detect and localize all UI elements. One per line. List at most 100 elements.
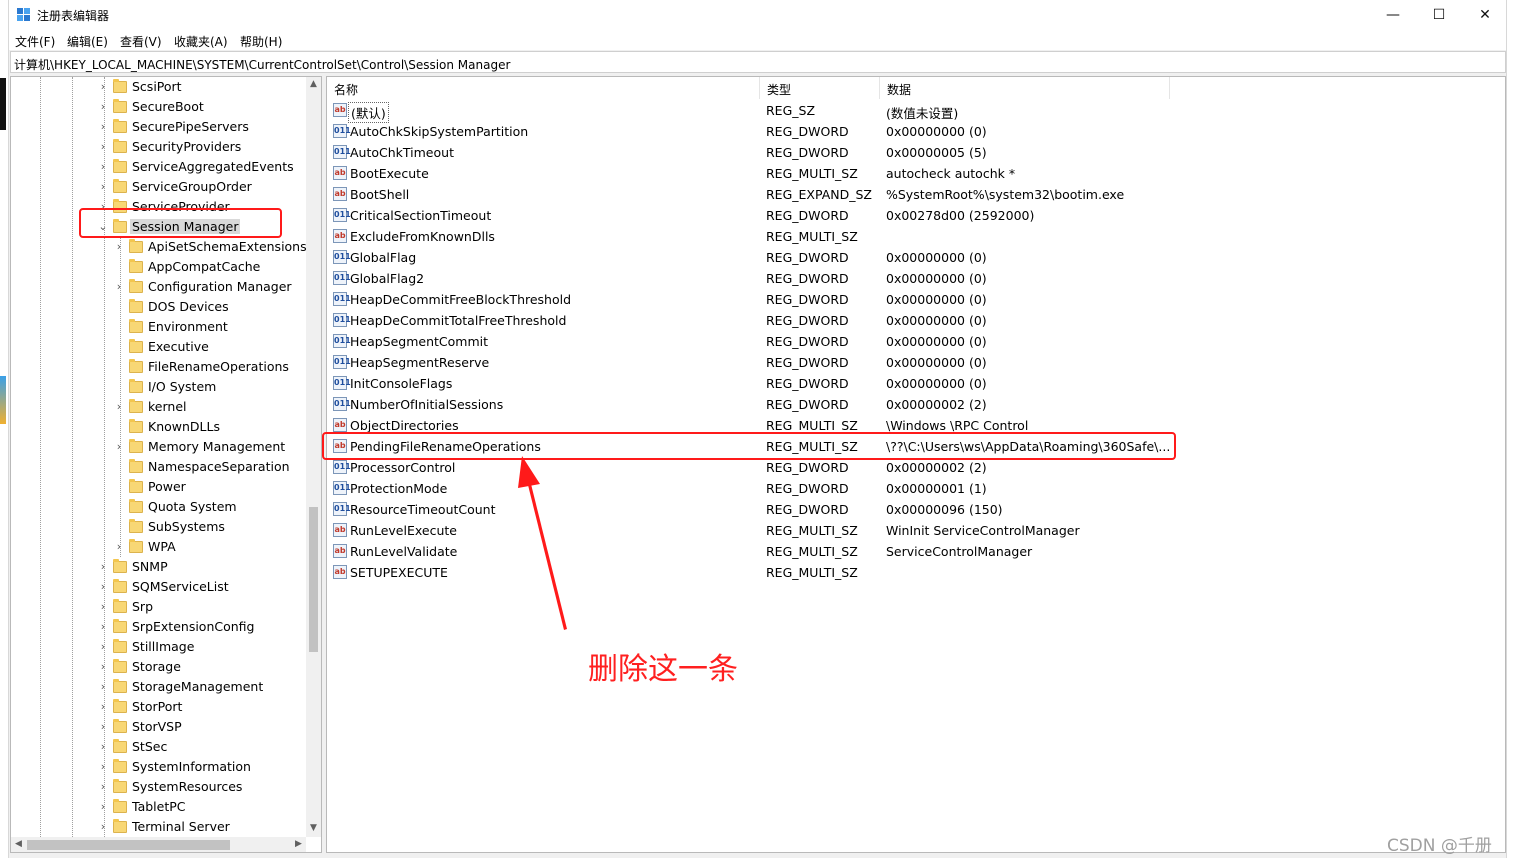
key-tree-pane[interactable]: › ScsiPort › SecureBoot › SecurePipeServers › S… <box>10 76 322 853</box>
tree-item[interactable]: › StillImage <box>11 637 305 657</box>
tree-item[interactable]: › Configuration Manager <box>11 277 305 297</box>
chevron-right-icon[interactable]: › <box>98 100 108 114</box>
chevron-right-icon[interactable]: › <box>114 240 124 254</box>
tree-item[interactable]: AppCompatCache <box>11 257 305 277</box>
chevron-right-icon[interactable]: › <box>114 280 124 294</box>
tree-item[interactable]: › Storage <box>11 657 305 677</box>
value-row[interactable]: 011 HeapDeCommitTotalFreeThreshold REG_DWO… <box>327 310 1505 331</box>
value-row[interactable]: 011 CriticalSectionTimeout REG_DWORD 0x0027… <box>327 205 1505 226</box>
tree-item[interactable]: › SrpExtensionConfig <box>11 617 305 637</box>
value-row[interactable]: 011 HeapDeCommitFreeBlockThreshold REG_DWO… <box>327 289 1505 310</box>
chevron-right-icon[interactable]: › <box>98 620 108 634</box>
column-header-name[interactable]: 名称 <box>327 77 760 99</box>
tree-item[interactable]: DOS Devices <box>11 297 305 317</box>
tree-item[interactable]: › SQMServiceList <box>11 577 305 597</box>
tree-item[interactable]: › WPA <box>11 537 305 557</box>
chevron-right-icon[interactable]: › <box>98 160 108 174</box>
chevron-right-icon[interactable]: › <box>98 820 108 834</box>
tree-item[interactable]: › SecurityProviders <box>11 137 305 157</box>
tree-item[interactable]: › Memory Management <box>11 437 305 457</box>
tree-horizontal-scrollbar[interactable]: ◀ ▶ <box>11 837 306 852</box>
menu-edit[interactable]: 编辑(E) <box>67 33 108 50</box>
tree-item[interactable]: › ApiSetSchemaExtensions <box>11 237 307 257</box>
value-row[interactable]: 011 HeapSegmentCommit REG_DWORD 0x00000000 … <box>327 331 1505 352</box>
close-button[interactable]: ✕ <box>1462 0 1508 30</box>
tree-item[interactable]: KnownDLLs <box>11 417 305 437</box>
tree-item[interactable]: Executive <box>11 337 305 357</box>
tree-vertical-scrollbar[interactable]: ▲ ▼ <box>306 77 321 837</box>
scroll-down-arrow-icon[interactable]: ▼ <box>306 821 321 836</box>
tree-item[interactable]: › StorageManagement <box>11 677 305 697</box>
menu-view[interactable]: 查看(V) <box>120 33 162 50</box>
chevron-right-icon[interactable]: › <box>98 180 108 194</box>
title-bar[interactable]: 注册表编辑器 — ☐ ✕ <box>9 0 1506 30</box>
tree-item[interactable]: › StorPort <box>11 697 305 717</box>
tree-item[interactable]: › SystemResources <box>11 777 305 797</box>
tree-item[interactable]: Power <box>11 477 305 497</box>
chevron-right-icon[interactable]: › <box>98 740 108 754</box>
value-row[interactable]: 011 AutoChkTimeout REG_DWORD 0x00000005 (5) <box>327 142 1505 163</box>
value-row[interactable]: 011 HeapSegmentReserve REG_DWORD 0x00000000… <box>327 352 1505 373</box>
tree-item[interactable]: › Terminal Server <box>11 817 305 837</box>
address-bar[interactable]: 计算机\HKEY_LOCAL_MACHINE\SYSTEM\CurrentCon… <box>10 51 1506 73</box>
value-row[interactable]: 011 GlobalFlag2 REG_DWORD 0x00000000 (0) <box>327 268 1505 289</box>
value-name: (默认) <box>348 102 389 123</box>
tree-item[interactable]: › SecureBoot <box>11 97 305 117</box>
chevron-right-icon[interactable]: › <box>98 760 108 774</box>
chevron-right-icon[interactable]: › <box>98 800 108 814</box>
scroll-left-arrow-icon[interactable]: ◀ <box>11 837 26 852</box>
chevron-right-icon[interactable]: › <box>98 680 108 694</box>
value-row[interactable]: 011 NumberOfInitialSessions REG_DWORD 0x000… <box>327 394 1505 415</box>
chevron-right-icon[interactable]: › <box>98 720 108 734</box>
tree-item[interactable]: › StSec <box>11 737 305 757</box>
chevron-right-icon[interactable]: › <box>98 660 108 674</box>
chevron-right-icon[interactable]: › <box>114 400 124 414</box>
tree-item[interactable]: FileRenameOperations <box>11 357 305 377</box>
tree-item[interactable]: › Srp <box>11 597 305 617</box>
tree-item[interactable]: I/O System <box>11 377 305 397</box>
chevron-right-icon[interactable]: › <box>98 600 108 614</box>
address-path[interactable]: 计算机\HKEY_LOCAL_MACHINE\SYSTEM\CurrentCon… <box>14 56 510 73</box>
scroll-right-arrow-icon[interactable]: ▶ <box>291 837 306 852</box>
tree-item[interactable]: › SNMP <box>11 557 305 577</box>
chevron-right-icon[interactable]: › <box>98 560 108 574</box>
tree-vertical-scroll-thumb[interactable] <box>309 507 318 652</box>
value-row[interactable]: 011 GlobalFlag REG_DWORD 0x00000000 (0) <box>327 247 1505 268</box>
tree-item[interactable]: Environment <box>11 317 305 337</box>
tree-item[interactable]: › ServiceAggregatedEvents <box>11 157 305 177</box>
value-row[interactable]: ab BootExecute REG_MULTI_SZ autocheck autoc… <box>327 163 1505 184</box>
scroll-up-arrow-icon[interactable]: ▲ <box>306 77 321 92</box>
chevron-right-icon[interactable]: › <box>98 140 108 154</box>
chevron-right-icon[interactable]: › <box>114 540 124 554</box>
value-row[interactable]: ab (默认) REG_SZ (数值未设置) <box>327 100 1505 123</box>
chevron-right-icon[interactable]: › <box>98 80 108 94</box>
column-header-data[interactable]: 数据 <box>880 77 1170 99</box>
tree-item[interactable]: › ServiceGroupOrder <box>11 177 305 197</box>
tree-item[interactable]: SubSystems <box>11 517 305 537</box>
menu-file[interactable]: 文件(F) <box>15 33 55 50</box>
value-row[interactable]: 011 InitConsoleFlags REG_DWORD 0x00000000 (… <box>327 373 1505 394</box>
tree-item[interactable]: › SystemInformation <box>11 757 305 777</box>
maximize-button[interactable]: ☐ <box>1416 0 1462 30</box>
tree-item[interactable]: › TabletPC <box>11 797 305 817</box>
tree-item[interactable]: › kernel <box>11 397 305 417</box>
tree-horizontal-scroll-thumb[interactable] <box>27 840 230 850</box>
chevron-right-icon[interactable]: › <box>114 440 124 454</box>
chevron-right-icon[interactable]: › <box>98 640 108 654</box>
value-row[interactable]: ab BootShell REG_EXPAND_SZ %SystemRoot%\sys… <box>327 184 1505 205</box>
tree-item[interactable]: NamespaceSeparation <box>11 457 305 477</box>
tree-item[interactable]: › ScsiPort <box>11 77 305 97</box>
chevron-right-icon[interactable]: › <box>98 780 108 794</box>
chevron-right-icon[interactable]: › <box>98 700 108 714</box>
tree-item[interactable]: › SecurePipeServers <box>11 117 305 137</box>
value-row[interactable]: ab ExcludeFromKnownDlls REG_MULTI_SZ <box>327 226 1505 247</box>
menu-favorites[interactable]: 收藏夹(A) <box>174 33 228 50</box>
minimize-button[interactable]: — <box>1370 0 1416 30</box>
column-header-type[interactable]: 类型 <box>760 77 880 99</box>
menu-help[interactable]: 帮助(H) <box>240 33 282 50</box>
chevron-right-icon[interactable]: › <box>98 580 108 594</box>
chevron-right-icon[interactable]: › <box>98 120 108 134</box>
value-row[interactable]: 011 AutoChkSkipSystemPartition REG_DWORD 0x… <box>327 121 1505 142</box>
tree-item[interactable]: Quota System <box>11 497 305 517</box>
tree-item[interactable]: › StorVSP <box>11 717 305 737</box>
